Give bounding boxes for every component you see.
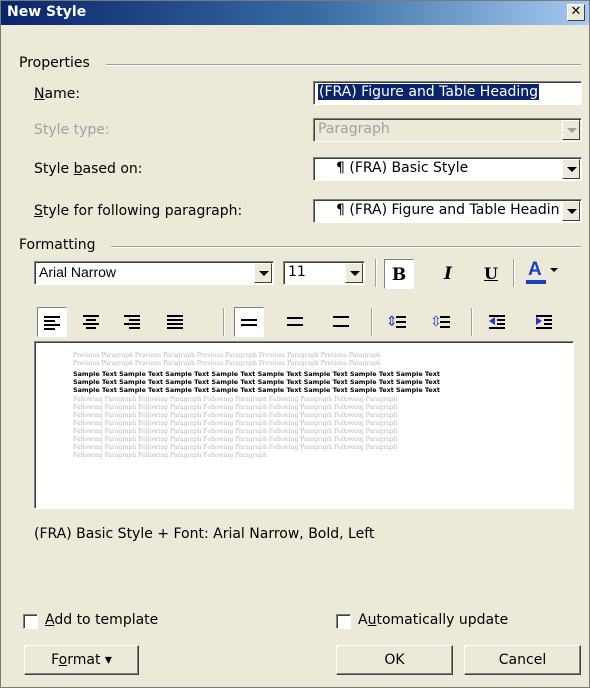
name-input-value: (FRA) Figure and Table Heading (318, 84, 540, 100)
close-button[interactable]: ✕ (567, 4, 585, 21)
font-color-bar (526, 280, 546, 284)
preview-following-line: Following Paragraph Following Paragraph … (73, 396, 398, 403)
properties-divider (106, 64, 581, 66)
increase-indent-icon (536, 315, 554, 329)
font-size-dropdown-arrow-icon[interactable] (345, 263, 363, 283)
align-right-button[interactable] (118, 307, 148, 337)
align-left-button[interactable] (37, 307, 67, 337)
toolbar-separator (471, 308, 473, 336)
italic-button[interactable]: I (433, 259, 463, 289)
one-half-spacing-button[interactable] (281, 307, 311, 337)
name-label-text: ame: (44, 86, 81, 102)
increase-paragraph-spacing-button[interactable]: ⇕ (381, 307, 411, 337)
preview-following-line: Following Paragraph Following Paragraph … (73, 452, 267, 459)
following-paragraph-select[interactable]: ¶ (FRA) Figure and Table Heading (313, 199, 582, 223)
preview-following-line: Following Paragraph Following Paragraph … (73, 404, 398, 411)
preview-sample-line: Sample Text Sample Text Sample Text Samp… (73, 386, 440, 394)
preview-following-line: Following Paragraph Following Paragraph … (73, 444, 398, 451)
style-preview: Previous Paragraph Previous Paragraph Pr… (34, 341, 574, 509)
underline-icon: U (484, 264, 498, 283)
justify-icon (167, 315, 185, 329)
bold-icon: B (391, 265, 407, 285)
toolbar-separator (513, 259, 515, 287)
formatting-group-label: Formatting (19, 237, 96, 253)
bold-button[interactable]: B (384, 259, 414, 289)
ok-button[interactable]: OK (336, 645, 453, 675)
window-title: New Style (7, 4, 87, 20)
single-spacing-button[interactable] (234, 307, 264, 337)
align-center-icon (83, 315, 101, 329)
auto-update-checkbox[interactable] (336, 614, 351, 629)
close-icon: ✕ (570, 4, 582, 19)
toolbar-separator (371, 308, 373, 336)
based-on-label: Style based on: (34, 161, 143, 177)
style-description: (FRA) Basic Style + Font: Arial Narrow, … (34, 526, 375, 542)
following-paragraph-label: Style for following paragraph: (34, 203, 243, 219)
font-size-select[interactable]: 11 (283, 261, 365, 285)
style-type-value: Paragraph (318, 121, 390, 137)
auto-update-label[interactable]: Automatically update (358, 612, 508, 628)
decrease-spacing-lines-icon (440, 316, 452, 328)
style-type-label: Style type: (34, 122, 110, 138)
name-input[interactable]: (FRA) Figure and Table Heading (313, 81, 582, 105)
preview-previous-line: Previous Paragraph Previous Paragraph Pr… (73, 360, 381, 367)
increase-spacing-lines-icon (396, 316, 408, 328)
preview-following-line: Following Paragraph Following Paragraph … (73, 412, 398, 419)
italic-icon: I (444, 264, 452, 284)
decrease-indent-icon (489, 315, 507, 329)
single-spacing-icon (241, 319, 259, 327)
align-left-icon (44, 316, 62, 330)
align-center-button[interactable] (77, 307, 107, 337)
formatting-divider (111, 246, 581, 248)
format-dropdown-icon: ▾ (104, 652, 112, 668)
align-right-icon (124, 315, 142, 329)
double-spacing-button[interactable] (327, 307, 357, 337)
preview-sample-line: Sample Text Sample Text Sample Text Samp… (73, 370, 440, 378)
new-style-dialog: New Style ✕ Properties Name: (FRA) Figur… (0, 0, 590, 688)
based-on-select[interactable]: ¶ (FRA) Basic Style (313, 157, 582, 181)
font-color-button[interactable]: A (520, 257, 564, 287)
font-color-dropdown-icon (550, 268, 558, 272)
font-name-select[interactable]: Arial Narrow (34, 261, 274, 285)
style-type-select[interactable]: Paragraph (313, 118, 582, 142)
justify-button[interactable] (161, 307, 191, 337)
following-paragraph-value: ¶ (FRA) Figure and Table Heading (336, 202, 559, 218)
one-half-spacing-icon (287, 317, 305, 327)
name-mnemonic: N (34, 86, 45, 102)
preview-sample-line: Sample Text Sample Text Sample Text Samp… (73, 378, 440, 386)
underline-button[interactable]: U (476, 259, 506, 289)
add-to-template-checkbox[interactable] (23, 614, 38, 629)
cancel-button[interactable]: Cancel (464, 645, 581, 675)
toolbar-separator (375, 259, 377, 287)
font-name-dropdown-arrow-icon[interactable] (254, 263, 272, 283)
preview-following-line: Following Paragraph Following Paragraph … (73, 436, 398, 443)
decrease-indent-button[interactable] (483, 307, 513, 337)
toolbar-separator (223, 308, 225, 336)
double-spacing-icon (333, 316, 351, 328)
increase-indent-button[interactable] (530, 307, 560, 337)
preview-following-line: Following Paragraph Following Paragraph … (73, 428, 398, 435)
following-paragraph-dropdown-arrow-icon[interactable] (562, 201, 580, 221)
title-bar[interactable]: New Style ✕ (1, 1, 589, 25)
font-name-value: Arial Narrow (39, 264, 117, 280)
properties-group-label: Properties (19, 55, 90, 71)
format-menu-button[interactable]: Format ▾ (24, 645, 139, 675)
decrease-paragraph-spacing-button[interactable]: ⇳ (425, 307, 455, 337)
preview-following-line: Following Paragraph Following Paragraph … (73, 420, 398, 427)
add-to-template-label[interactable]: Add to template (45, 612, 158, 628)
style-type-dropdown-arrow-icon[interactable] (562, 120, 580, 140)
name-label: Name: (34, 86, 80, 102)
based-on-value: ¶ (FRA) Basic Style (336, 160, 469, 176)
preview-previous-line: Previous Paragraph Previous Paragraph Pr… (73, 352, 381, 359)
based-on-dropdown-arrow-icon[interactable] (562, 159, 580, 179)
font-size-value: 11 (288, 264, 306, 280)
